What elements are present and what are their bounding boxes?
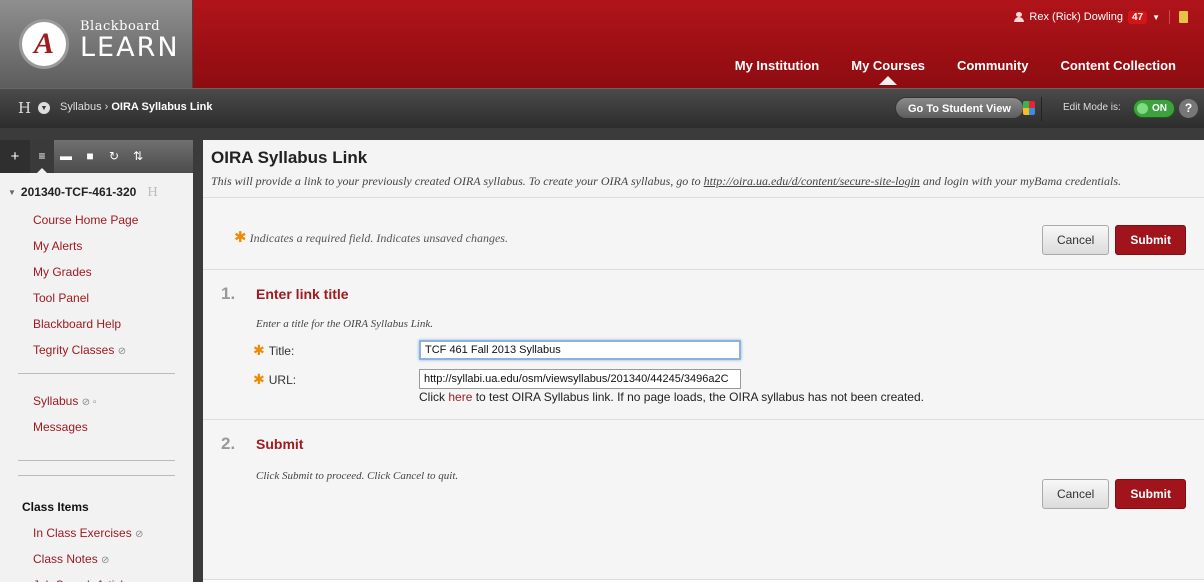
help-icon[interactable]: ? [1179,99,1198,118]
url-label: ✱ URL: [253,371,297,387]
logo-product-text: LEARN [80,32,180,63]
user-menu[interactable]: Rex (Rick) Dowling 47 ▼ [1014,10,1188,24]
submit-button[interactable]: Submit [1115,225,1186,255]
breadcrumb-bar: H ▼ Syllabus › OIRA Syllabus Link Go To … [0,88,1204,128]
top-header: A Blackboard LEARN Rex (Rick) Dowling 47… [0,0,1204,88]
color-palette-icon[interactable] [1023,101,1035,115]
required-star-icon: ✱ [234,230,247,246]
breadcrumb-syllabus[interactable]: Syllabus [60,101,102,113]
step-enter-link-title: 1. Enter link title Enter a title for th… [203,270,1204,420]
edit-mode-label: Edit Mode is: [1063,102,1121,113]
content-area: OIRA Syllabus Link This will provide a l… [203,140,1204,582]
sidebar-item-my-grades[interactable]: My Grades [0,259,193,285]
url-input[interactable]: http://syllabi.ua.edu/osm/viewsyllabus/2… [419,369,741,389]
hidden-icon: ⊘ [135,529,144,540]
sidebar-item-course-home[interactable]: Course Home Page [0,207,193,233]
hidden-icon: ⊘ [117,346,127,357]
sidebar-item-syllabus[interactable]: Syllabus ⊘ ▫ [0,388,193,414]
chevron-down-icon[interactable]: ▼ [1152,13,1160,22]
sort-icon[interactable]: ⇅ [126,140,150,173]
add-menu-item-icon[interactable]: + [0,140,30,173]
url-help-text: Click here to test OIRA Syllabus link. I… [419,390,924,404]
tab-my-institution[interactable]: My Institution [735,58,820,73]
collapse-icon[interactable]: ▼ [8,188,16,197]
sidebar-heading-class-items: Class Items [22,500,89,514]
step-title: Submit [256,436,304,452]
sidebar-item-job-search[interactable]: Job Search Articles [0,572,193,582]
step-title: Enter link title [256,286,349,302]
breadcrumb: Syllabus › OIRA Syllabus Link [60,101,213,113]
home-icon[interactable]: H [147,185,157,199]
user-name[interactable]: Rex (Rick) Dowling [1029,11,1123,23]
hidden-icon: ⊘ [101,555,110,566]
sidebar-item-messages[interactable]: Messages [0,414,193,440]
test-link[interactable]: here [448,390,472,404]
tab-content-collection[interactable]: Content Collection [1060,58,1176,73]
submit-button[interactable]: Submit [1115,479,1186,509]
divider [18,475,175,476]
page-header: OIRA Syllabus Link This will provide a l… [203,140,1204,198]
refresh-icon[interactable]: ↻ [102,140,126,173]
user-icon [1014,12,1025,22]
list-view-icon[interactable]: ≡ [30,140,54,173]
student-view-button[interactable]: Go To Student View [895,97,1024,119]
sidebar-item-blackboard-help[interactable]: Blackboard Help [0,311,193,337]
course-menu: + ≡ ▬ ■ ↻ ⇅ ▼ 201340-TCF-461-320 H Cours… [0,140,193,582]
window-icon[interactable]: ■ [78,140,102,173]
chevron-down-icon[interactable]: ▼ [38,102,50,114]
step-instructions: Enter a title for the OIRA Syllabus Link… [256,318,433,330]
divider [18,460,175,461]
required-note: ✱ Indicates a required field. Indicates … [234,230,508,246]
notification-badge[interactable]: 47 [1127,10,1148,24]
title-label: ✱ Title: [253,342,295,358]
book-icon[interactable] [1179,11,1188,23]
blackboard-logo[interactable]: A Blackboard LEARN [0,0,193,88]
home-icon[interactable]: H [18,99,31,117]
page-description: This will provide a link to your previou… [211,174,1122,188]
university-logo-icon: A [19,19,69,69]
required-star-icon: ✱ [253,371,265,387]
step-instructions: Click Submit to proceed. Click Cancel to… [256,470,459,482]
hidden-icon: ⊘ ▫ [81,397,97,408]
course-menu-toolbar: + ≡ ▬ ■ ↻ ⇅ [0,140,193,173]
folder-view-icon[interactable]: ▬ [54,140,78,173]
edit-mode-toggle[interactable]: ON [1133,99,1175,118]
cancel-button[interactable]: Cancel [1041,225,1110,255]
divider [18,373,175,374]
step-number: 2. [221,434,236,453]
sidebar-item-tool-panel[interactable]: Tool Panel [0,285,193,311]
sidebar-item-class-notes[interactable]: Class Notes ⊘ [0,546,193,572]
sidebar-item-in-class-exercises[interactable]: In Class Exercises ⊘ [0,520,193,546]
course-title[interactable]: ▼ 201340-TCF-461-320 H [0,173,193,207]
main-nav: My Institution My Courses Community Cont… [735,58,1176,85]
step-number: 1. [221,284,236,303]
tab-my-courses[interactable]: My Courses [851,58,925,85]
step-submit: 2. Submit Click Submit to proceed. Click… [203,420,1204,580]
breadcrumb-current: OIRA Syllabus Link [111,101,213,113]
sidebar-item-tegrity[interactable]: Tegrity Classes ⊘ [0,337,193,363]
required-note-row: ✱ Indicates a required field. Indicates … [203,198,1204,270]
title-input[interactable]: TCF 461 Fall 2013 Syllabus [419,340,741,360]
page-title: OIRA Syllabus Link [211,148,368,167]
tab-community[interactable]: Community [957,58,1029,73]
cancel-button[interactable]: Cancel [1041,479,1110,509]
oira-login-link[interactable]: http://oira.ua.edu/d/content/secure-site… [704,174,920,188]
sidebar-item-my-alerts[interactable]: My Alerts [0,233,193,259]
required-star-icon: ✱ [253,342,265,358]
